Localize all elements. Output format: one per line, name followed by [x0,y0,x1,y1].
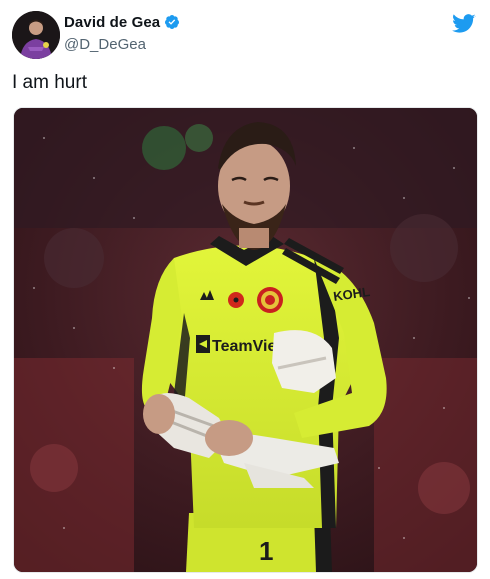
handle[interactable]: @D_DeGea [64,37,180,52]
svg-text:1: 1 [259,536,273,566]
display-name[interactable]: David de Gea [64,15,160,30]
goalkeeper-photo-image: 1 TeamViewer KOHL [14,108,477,572]
author-info: David de Gea @D_DeGea [64,14,180,52]
avatar[interactable] [12,11,60,59]
tweet-text: I am hurt [12,72,87,93]
name-row: David de Gea [64,14,180,30]
tweet-card: David de Gea @D_DeGea I am hurt 1 TeamVi… [0,0,490,579]
avatar-image [12,11,60,59]
tweet-photo[interactable]: 1 TeamViewer KOHL [13,107,478,573]
verified-badge-icon [164,14,180,30]
twitter-bird-icon[interactable] [452,14,476,34]
